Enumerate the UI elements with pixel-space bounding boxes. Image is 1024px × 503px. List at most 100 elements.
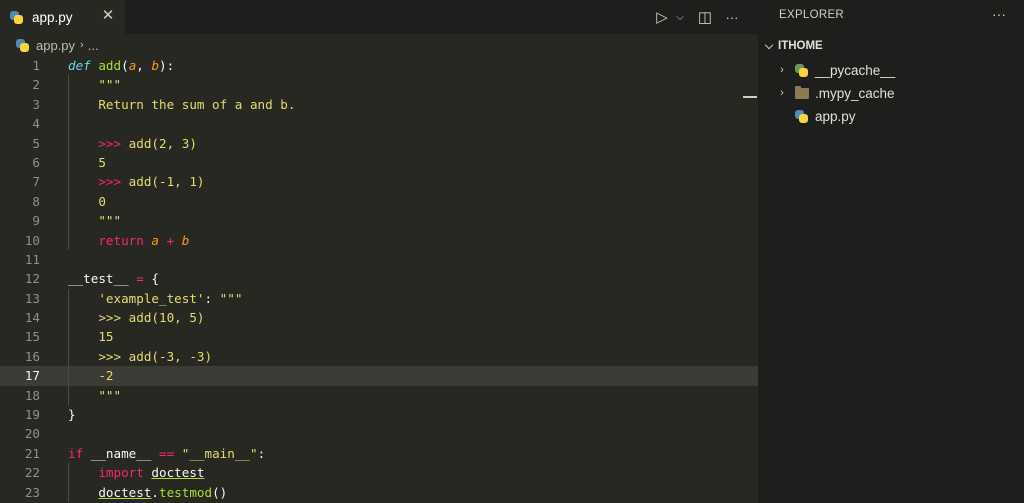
more-actions-icon[interactable]: ··· bbox=[723, 7, 741, 27]
line-number: 5 bbox=[32, 135, 40, 151]
code-text: import doctest bbox=[68, 463, 204, 482]
code-text: __test__ = { bbox=[68, 269, 159, 288]
tree-item-label: .mypy_cache bbox=[815, 85, 895, 101]
code-text: 'example_test': """ bbox=[68, 289, 242, 308]
code-token: doctest bbox=[151, 465, 205, 481]
code-line[interactable]: 4 bbox=[0, 114, 758, 134]
code-line[interactable]: 13 'example_test': """ bbox=[0, 288, 758, 309]
code-token: () bbox=[212, 484, 228, 500]
code-token: 15 bbox=[68, 329, 114, 345]
code-token: -2 bbox=[68, 368, 114, 384]
line-number: 13 bbox=[24, 290, 40, 306]
code-token: 5 bbox=[68, 154, 106, 170]
chevron-right-icon: › bbox=[80, 39, 84, 51]
code-token: >>> add(-3, -3) bbox=[68, 348, 213, 364]
python-file-icon bbox=[794, 109, 809, 124]
run-icon[interactable]: ▷ bbox=[655, 7, 669, 27]
code-line[interactable]: 12 __test__ = { bbox=[0, 269, 758, 288]
line-number: 12 bbox=[24, 271, 40, 287]
line-number: 18 bbox=[24, 387, 40, 403]
code-token: Return the sum of a and b. bbox=[68, 96, 296, 112]
code-token: __name__ bbox=[83, 445, 159, 461]
tab-label: app.py bbox=[32, 9, 73, 25]
line-number: 9 bbox=[32, 213, 40, 229]
code-text: >>> add(-3, -3) bbox=[68, 347, 212, 366]
line-number: 19 bbox=[24, 407, 40, 423]
line-number: 14 bbox=[24, 310, 40, 326]
tab-app-py[interactable]: app.py ✕ bbox=[0, 0, 125, 34]
code-token: __test__ bbox=[68, 271, 129, 287]
code-line[interactable]: 22 import doctest bbox=[0, 463, 758, 483]
tree-item-label: app.py bbox=[815, 108, 856, 124]
tab-bar: app.py ✕ ▷ ⌵ ◫ ··· bbox=[0, 0, 758, 34]
code-line[interactable]: 16 >>> add(-3, -3) bbox=[0, 346, 758, 367]
code-line[interactable]: 23 doctest.testmod() bbox=[0, 482, 758, 502]
code-line[interactable]: 7 >>> add(-1, 1) bbox=[0, 172, 758, 192]
code-token: = bbox=[128, 271, 152, 287]
code-line[interactable]: 2 """ bbox=[0, 75, 758, 95]
code-line[interactable]: 20 bbox=[0, 424, 758, 443]
code-token: """ bbox=[68, 77, 122, 93]
code-line[interactable]: 10 return a + b bbox=[0, 230, 758, 250]
code-line[interactable]: 11 bbox=[0, 250, 758, 269]
code-line[interactable]: 9 """ bbox=[0, 211, 758, 231]
code-token: add(2, 3) bbox=[128, 135, 197, 151]
workspace-root[interactable]: ⌵ ITHOME bbox=[758, 36, 823, 56]
breadcrumb-file[interactable]: app.py bbox=[36, 38, 75, 53]
code-token: ): bbox=[159, 58, 175, 73]
line-number: 7 bbox=[32, 174, 40, 190]
tree-item-pycache[interactable]: › __pycache__ bbox=[758, 59, 895, 81]
code-editor[interactable]: 1 def add(a, b): 2 """ 3 Return the sum of … bbox=[0, 56, 758, 502]
code-line[interactable]: 5 >>> add(2, 3) bbox=[0, 133, 758, 153]
code-token: b bbox=[151, 58, 160, 73]
code-line[interactable]: 1 def add(a, b): bbox=[0, 56, 758, 75]
folder-icon bbox=[795, 85, 809, 99]
split-editor-icon[interactable]: ◫ bbox=[697, 7, 713, 27]
code-line[interactable]: 18 """ bbox=[0, 385, 758, 406]
code-line[interactable]: 15 15 bbox=[0, 327, 758, 347]
line-number: 16 bbox=[24, 348, 40, 364]
editor-area: app.py ✕ ▷ ⌵ ◫ ··· app.py › ... 1 def add… bbox=[0, 0, 758, 503]
close-icon[interactable]: ✕ bbox=[100, 8, 116, 24]
chevron-down-icon[interactable]: ⌵ bbox=[675, 7, 685, 27]
code-text: return a + b bbox=[68, 231, 189, 250]
chevron-down-icon: ⌵ bbox=[764, 39, 774, 52]
code-text: 5 bbox=[68, 153, 106, 172]
code-text: } bbox=[68, 405, 76, 424]
explorer-sidebar: EXPLORER ··· ⌵ ITHOME › __pycache__ › .m… bbox=[758, 0, 1024, 503]
code-text: 15 bbox=[68, 327, 114, 346]
code-token: """ bbox=[68, 213, 122, 229]
chevron-right-icon: › bbox=[780, 87, 784, 99]
breadcrumb: app.py › ... bbox=[0, 34, 758, 56]
chevron-right-icon: › bbox=[780, 64, 784, 76]
code-token: , bbox=[136, 58, 152, 73]
line-number: 15 bbox=[24, 329, 40, 345]
code-line[interactable]: 8 0 bbox=[0, 191, 758, 212]
code-line[interactable]: 19} bbox=[0, 405, 758, 424]
code-line[interactable]: 17 -2 bbox=[0, 366, 758, 386]
python-file-icon bbox=[9, 10, 24, 25]
explorer-title: EXPLORER bbox=[779, 9, 845, 21]
breadcrumb-symbols[interactable]: ... bbox=[88, 38, 99, 53]
more-actions-icon[interactable]: ··· bbox=[992, 6, 1006, 22]
code-token: >>> bbox=[68, 135, 129, 151]
line-number: 2 bbox=[32, 77, 40, 93]
tree-item-app-py[interactable]: app.py bbox=[758, 105, 856, 127]
code-line[interactable]: 21 if __name__ == "__main__": bbox=[0, 444, 758, 463]
code-token: 'example_test' bbox=[68, 290, 205, 306]
line-number: 21 bbox=[24, 445, 40, 461]
code-line[interactable]: 14 >>> add(10, 5) bbox=[0, 308, 758, 328]
code-text: -2 bbox=[68, 366, 114, 385]
code-token: >>> bbox=[68, 174, 129, 190]
tree-item-mypy-cache[interactable]: › .mypy_cache bbox=[758, 82, 895, 104]
code-token: "__main__" bbox=[181, 445, 258, 461]
code-text: def add(a, b): bbox=[68, 56, 174, 75]
code-line[interactable]: 3 Return the sum of a and b. bbox=[0, 94, 758, 115]
line-number: 3 bbox=[32, 96, 40, 112]
code-token: def bbox=[68, 58, 91, 73]
code-line[interactable]: 6 5 bbox=[0, 152, 758, 173]
code-text: """ bbox=[68, 75, 121, 94]
code-token: } bbox=[68, 407, 76, 423]
code-token: >>> add(10, 5) bbox=[68, 310, 205, 326]
